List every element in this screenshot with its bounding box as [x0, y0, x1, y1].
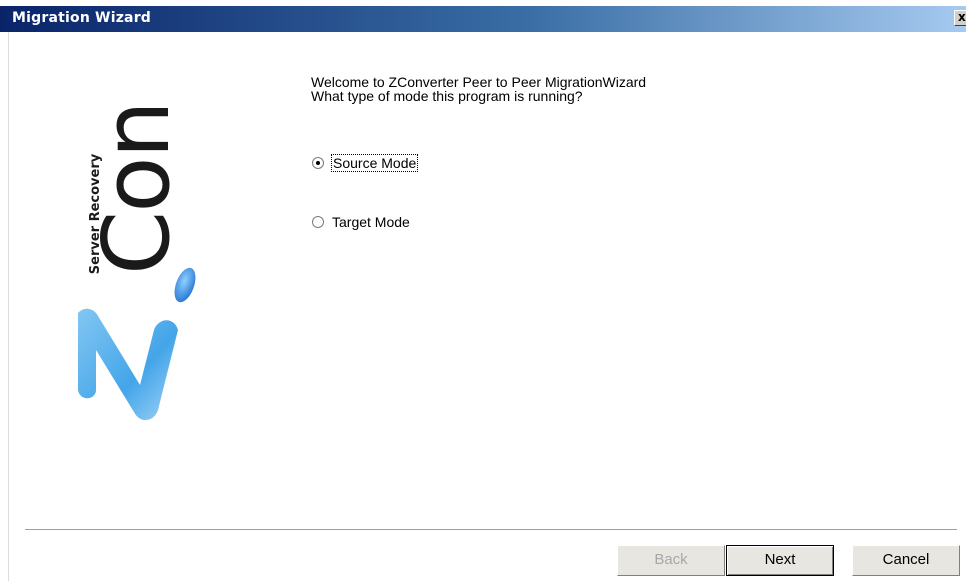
logo-tagline: Server Recovery — [88, 153, 103, 274]
window-left-border — [8, 32, 9, 581]
source-mode-label[interactable]: Source Mode — [330, 154, 419, 172]
welcome-line: Welcome to ZConverter Peer to Peer Migra… — [311, 74, 647, 90]
zcon-logo: Con Server Recovery — [78, 102, 196, 421]
intro-text: Welcome to ZConverter Peer to Peer Migra… — [311, 75, 646, 103]
close-button[interactable]: x — [954, 10, 966, 26]
cancel-button[interactable]: Cancel — [852, 545, 960, 576]
window-title: Migration Wizard — [12, 10, 152, 26]
target-mode-radio[interactable] — [312, 216, 324, 228]
source-mode-radio[interactable] — [312, 157, 324, 169]
button-separator — [25, 529, 957, 531]
source-mode-option[interactable]: Source Mode — [312, 153, 419, 173]
title-bar[interactable]: Migration Wizard x — [0, 6, 966, 32]
target-mode-label[interactable]: Target Mode — [332, 214, 410, 230]
migration-wizard-window: Migration Wizard x Con Server Recovery W… — [0, 0, 966, 581]
back-button[interactable]: Back — [617, 545, 725, 576]
logo-mark-icon — [78, 308, 178, 421]
next-button[interactable]: Next — [726, 545, 834, 576]
close-icon: x — [958, 10, 966, 24]
target-mode-option[interactable]: Target Mode — [312, 212, 410, 232]
question-line: What type of mode this program is runnin… — [311, 88, 583, 104]
